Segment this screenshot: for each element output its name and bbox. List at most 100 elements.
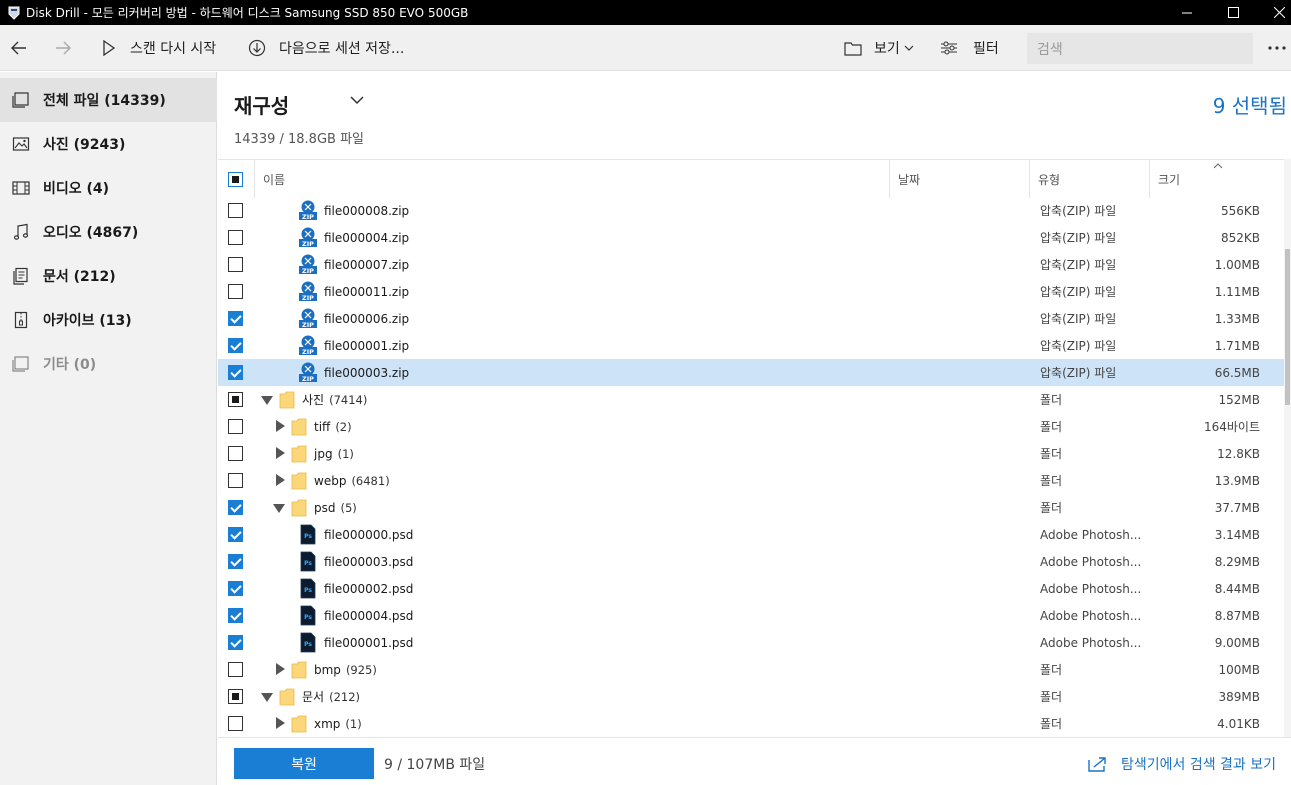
open-in-explorer-link[interactable]: 탐색기에서 검색 결과 보기 bbox=[1088, 748, 1276, 779]
table-row[interactable]: ZIP file000001.zip 압축(ZIP) 파일 1.71MB bbox=[218, 332, 1284, 359]
folder-row[interactable]: psd (5) 폴더 37.7MB bbox=[218, 494, 1284, 521]
forward-button[interactable] bbox=[54, 25, 72, 71]
video-icon bbox=[12, 181, 30, 195]
sidebar-item-other[interactable]: 기타 (0) bbox=[0, 342, 217, 386]
sidebar-item-documents[interactable]: 문서 (212) bbox=[0, 254, 217, 298]
scrollbar-thumb[interactable] bbox=[1285, 249, 1290, 405]
expand-arrow-icon[interactable] bbox=[276, 420, 285, 432]
window-title: Disk Drill - 모든 리커버리 방법 - 하드웨어 디스크 Samsu… bbox=[26, 6, 469, 20]
collapse-arrow-icon[interactable] bbox=[261, 693, 273, 702]
column-label: 크기 bbox=[1158, 172, 1181, 187]
expand-arrow-icon[interactable] bbox=[276, 474, 285, 486]
column-name[interactable]: 이름 bbox=[254, 160, 890, 198]
maximize-button[interactable] bbox=[1210, 0, 1256, 25]
sidebar-item-archive[interactable]: 아카이브 (13) bbox=[0, 298, 217, 342]
row-name: 사진 bbox=[302, 393, 325, 407]
column-size[interactable]: 크기 bbox=[1149, 160, 1284, 198]
row-checkbox[interactable] bbox=[228, 716, 243, 731]
row-checkbox[interactable] bbox=[228, 311, 243, 326]
folder-row[interactable]: 사진 (7414) 폴더 152MB bbox=[218, 386, 1284, 413]
row-checkbox[interactable] bbox=[228, 581, 243, 596]
select-all-checkbox[interactable] bbox=[228, 172, 243, 187]
row-count: (1) bbox=[337, 446, 354, 461]
expand-arrow-icon[interactable] bbox=[276, 447, 285, 459]
file-summary: 14339 / 18.8GB 파일 bbox=[234, 132, 364, 147]
row-name: file000002.psd bbox=[324, 581, 414, 596]
row-checkbox[interactable] bbox=[228, 338, 243, 353]
row-checkbox[interactable] bbox=[228, 365, 243, 380]
row-checkbox[interactable] bbox=[228, 662, 243, 677]
folder-row[interactable]: webp (6481) 폴더 13.9MB bbox=[218, 467, 1284, 494]
table-row[interactable]: Ps file000000.psd Adobe Photosh... 3.14M… bbox=[218, 521, 1284, 548]
expand-arrow-icon[interactable] bbox=[276, 717, 285, 729]
row-checkbox[interactable] bbox=[228, 284, 243, 299]
table-row[interactable]: Ps file000002.psd Adobe Photosh... 8.44M… bbox=[218, 575, 1284, 602]
close-button[interactable] bbox=[1256, 0, 1291, 25]
photoshop-file-icon: Ps bbox=[300, 578, 316, 599]
row-size: 1.33MB bbox=[1214, 311, 1260, 326]
row-checkbox[interactable] bbox=[228, 635, 243, 650]
row-checkbox[interactable] bbox=[228, 257, 243, 272]
svg-text:ZIP: ZIP bbox=[302, 375, 314, 383]
rescan-button[interactable]: 스캔 다시 시작 bbox=[102, 25, 216, 71]
table-row[interactable]: ZIP file000011.zip 압축(ZIP) 파일 1.11MB bbox=[218, 278, 1284, 305]
more-options-button[interactable] bbox=[1268, 25, 1288, 71]
view-button[interactable]: 보기 bbox=[844, 25, 914, 71]
photoshop-file-icon: Ps bbox=[300, 632, 316, 653]
recover-button[interactable]: 복원 bbox=[234, 748, 374, 779]
row-checkbox[interactable] bbox=[228, 527, 243, 542]
row-checkbox[interactable] bbox=[228, 554, 243, 569]
column-type[interactable]: 유형 bbox=[1029, 160, 1149, 198]
folder-row[interactable]: 문서 (212) 폴더 389MB bbox=[218, 683, 1284, 710]
table-row[interactable]: ZIP file000008.zip 압축(ZIP) 파일 556KB bbox=[218, 197, 1284, 224]
back-button[interactable] bbox=[10, 25, 28, 71]
filter-button[interactable]: 필터 bbox=[940, 25, 999, 71]
sidebar-item-video[interactable]: 비디오 (4) bbox=[0, 166, 217, 210]
table-row[interactable]: Ps file000003.psd Adobe Photosh... 8.29M… bbox=[218, 548, 1284, 575]
row-checkbox[interactable] bbox=[228, 230, 243, 245]
table-row[interactable]: Ps file000001.psd Adobe Photosh... 9.00M… bbox=[218, 629, 1284, 656]
table-row[interactable]: ZIP file000004.zip 압축(ZIP) 파일 852KB bbox=[218, 224, 1284, 251]
column-date[interactable]: 날짜 bbox=[889, 160, 1029, 198]
row-name: 문서 bbox=[302, 690, 325, 704]
row-name: file000007.zip bbox=[324, 257, 410, 272]
row-checkbox[interactable] bbox=[228, 419, 243, 434]
filter-label: 필터 bbox=[973, 41, 999, 57]
row-checkbox[interactable] bbox=[228, 500, 243, 515]
search-input[interactable]: 검색 bbox=[1027, 33, 1253, 64]
minimize-button[interactable] bbox=[1164, 0, 1210, 25]
folder-view-icon bbox=[844, 41, 862, 56]
folder-row[interactable]: bmp (925) 폴더 100MB bbox=[218, 656, 1284, 683]
sidebar-item-audio[interactable]: 오디오 (4867) bbox=[0, 210, 217, 254]
folder-icon bbox=[291, 661, 307, 679]
folder-row[interactable]: jpg (1) 폴더 12.8KB bbox=[218, 440, 1284, 467]
table-row[interactable]: ZIP file000007.zip 압축(ZIP) 파일 1.00MB bbox=[218, 251, 1284, 278]
row-checkbox[interactable] bbox=[228, 446, 243, 461]
vertical-scrollbar[interactable] bbox=[1284, 159, 1291, 737]
chevron-down-icon[interactable] bbox=[350, 96, 364, 105]
row-name: file000003.psd bbox=[324, 554, 414, 569]
sidebar-item-pictures[interactable]: 사진 (9243) bbox=[0, 122, 217, 166]
row-type: 폴더 bbox=[1040, 447, 1063, 461]
row-type: 폴더 bbox=[1040, 717, 1063, 731]
row-name: file000008.zip bbox=[324, 203, 410, 218]
row-checkbox[interactable] bbox=[228, 392, 243, 407]
row-checkbox[interactable] bbox=[228, 689, 243, 704]
folder-icon bbox=[291, 445, 307, 463]
collapse-arrow-icon[interactable] bbox=[261, 396, 273, 405]
folder-row[interactable]: xmp (1) 폴더 4.01KB bbox=[218, 710, 1284, 737]
table-row[interactable]: ZIP file000006.zip 압축(ZIP) 파일 1.33MB bbox=[218, 305, 1284, 332]
folder-icon bbox=[291, 472, 307, 490]
page-title[interactable]: 재구성 bbox=[234, 90, 289, 119]
table-row[interactable]: Ps file000004.psd Adobe Photosh... 8.87M… bbox=[218, 602, 1284, 629]
expand-arrow-icon[interactable] bbox=[276, 663, 285, 675]
collapse-arrow-icon[interactable] bbox=[273, 504, 285, 513]
folder-row[interactable]: tiff (2) 폴더 164바이트 bbox=[218, 413, 1284, 440]
table-row-selected[interactable]: ZIP file000003.zip 압축(ZIP) 파일 66.5MB bbox=[218, 359, 1284, 386]
row-checkbox[interactable] bbox=[228, 473, 243, 488]
sidebar-item-all-files[interactable]: 전체 파일 (14339) bbox=[0, 78, 217, 122]
row-checkbox[interactable] bbox=[228, 203, 243, 218]
save-session-button[interactable]: 다음으로 세션 저장... bbox=[248, 25, 404, 71]
svg-text:ZIP: ZIP bbox=[302, 240, 314, 248]
row-checkbox[interactable] bbox=[228, 608, 243, 623]
